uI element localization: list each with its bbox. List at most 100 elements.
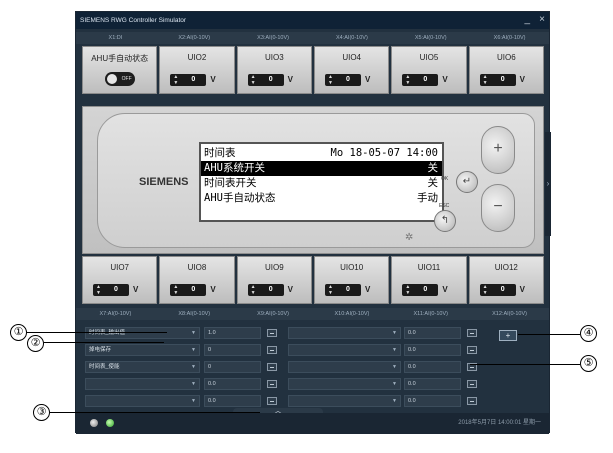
- minus-icon[interactable]: [467, 397, 477, 405]
- minus-icon[interactable]: [467, 380, 477, 388]
- io-cell-x9: UIO9 ▲ ▼ 0 V: [236, 256, 312, 304]
- io-header: X4:AI(0-10V): [336, 35, 368, 41]
- value-stepper[interactable]: ▲ ▼ 0: [170, 74, 207, 86]
- updown-arrows-icon[interactable]: ▲ ▼: [251, 284, 256, 296]
- esc-button[interactable]: ↰: [434, 210, 456, 232]
- value-input[interactable]: 0.0: [404, 378, 461, 390]
- value-stepper[interactable]: ▲ ▼ 0: [324, 74, 361, 86]
- stepper-value[interactable]: 0: [182, 284, 204, 296]
- ahu-mode-toggle[interactable]: OFF: [104, 72, 135, 86]
- stepper-value[interactable]: 0: [337, 74, 359, 86]
- select-value: 时间表_输出值: [89, 330, 126, 336]
- io-header: X11:AI(0-10V): [413, 311, 448, 317]
- stepper-value[interactable]: 0: [105, 284, 127, 296]
- value-stepper[interactable]: ▲ ▼ 0: [170, 284, 207, 296]
- minimize-button[interactable]: _: [524, 12, 530, 27]
- value-stepper[interactable]: ▲ ▼ 0: [247, 284, 284, 296]
- stepper-value[interactable]: 0: [260, 284, 282, 296]
- minus-icon[interactable]: [467, 329, 477, 337]
- callout-line: [50, 412, 260, 413]
- value-input[interactable]: 0.0: [404, 395, 461, 407]
- io-cell-x8: UIO8 ▲ ▼ 0 V: [159, 256, 235, 304]
- lcd-line-right: 关: [427, 162, 439, 174]
- updown-arrows-icon[interactable]: ▲ ▼: [328, 284, 333, 296]
- io-cell-x4: UIO4 ▲ ▼ 0 V: [313, 46, 390, 94]
- io-label: UIO12: [494, 263, 518, 272]
- ok-button[interactable]: ↵: [456, 171, 478, 193]
- updown-arrows-icon[interactable]: ▲ ▼: [96, 284, 101, 296]
- point-select[interactable]: ▼: [85, 395, 200, 407]
- stepper-value[interactable]: 0: [492, 284, 514, 296]
- io-label: UIO5: [419, 53, 439, 62]
- point-select[interactable]: ▼: [288, 344, 401, 356]
- io-cell-x6: UIO6 ▲ ▼ 0 V: [468, 46, 544, 94]
- io-cell-x11: UIO11 ▲ ▼ 0 V: [391, 256, 467, 304]
- point-select[interactable]: ▼: [85, 378, 200, 390]
- updown-arrows-icon[interactable]: ▲ ▼: [328, 74, 333, 86]
- close-button[interactable]: ×: [539, 12, 545, 27]
- minus-icon[interactable]: [267, 329, 277, 337]
- updown-arrows-icon[interactable]: ▲ ▼: [251, 74, 256, 86]
- chevron-down-icon: ▼: [392, 398, 397, 404]
- updown-arrows-icon[interactable]: ▲ ▼: [483, 284, 488, 296]
- value-input[interactable]: 0: [204, 361, 261, 373]
- lcd-line-selected: AHU系统开关 关: [201, 161, 442, 176]
- value-stepper[interactable]: ▲ ▼ 0: [247, 74, 284, 86]
- minus-icon[interactable]: [267, 397, 277, 405]
- unit-label: V: [133, 285, 139, 294]
- updown-arrows-icon[interactable]: ▲ ▼: [405, 74, 410, 86]
- value-stepper[interactable]: ▲ ▼ 0: [479, 74, 516, 86]
- value-input[interactable]: 0.0: [204, 378, 261, 390]
- point-select[interactable]: ▼: [288, 378, 401, 390]
- point-select[interactable]: 时间表_输出值 ▼: [85, 327, 200, 339]
- point-select[interactable]: ▼: [288, 327, 401, 339]
- io-label: UIO7: [110, 263, 129, 272]
- point-select[interactable]: 时间表_使能 ▼: [85, 361, 200, 373]
- value-input[interactable]: 0: [204, 344, 261, 356]
- point-select[interactable]: 掉电保存 ▼: [85, 344, 200, 356]
- toggle-knob: [106, 74, 117, 84]
- value-stepper[interactable]: ▲ ▼ 0: [402, 74, 439, 86]
- minus-icon[interactable]: [267, 380, 277, 388]
- chevron-down-icon: ▼: [392, 381, 397, 387]
- lcd-line-left: AHU系统开关: [204, 162, 265, 174]
- updown-arrows-icon[interactable]: ▲ ▼: [173, 284, 178, 296]
- value-input[interactable]: 0.0: [404, 344, 461, 356]
- stepper-value[interactable]: 0: [337, 284, 359, 296]
- updown-arrows-icon[interactable]: ▲ ▼: [173, 74, 178, 86]
- lcd-line-left: 时间表: [204, 147, 236, 159]
- callout-line: [470, 364, 580, 365]
- mapping-row: 时间表_输出值 ▼ 1.0 ▼ 0.0: [82, 327, 546, 339]
- io-cell-x10: UIO10 ▲ ▼ 0 V: [313, 256, 390, 304]
- value-stepper[interactable]: ▲ ▼ 0: [324, 284, 361, 296]
- minus-icon[interactable]: [467, 346, 477, 354]
- add-row-button[interactable]: +: [499, 330, 517, 341]
- value-stepper[interactable]: ▲ ▼ 0: [402, 284, 439, 296]
- stepper-value[interactable]: 0: [260, 74, 282, 86]
- chevron-right-icon[interactable]: ›: [545, 132, 551, 236]
- unit-label: V: [364, 75, 371, 84]
- title-bar: SIEMENS RWG Controller Simulator _ ×: [76, 12, 549, 29]
- stepper-value[interactable]: 0: [414, 74, 436, 86]
- value-input[interactable]: 0.0: [404, 361, 461, 373]
- bottom-io-headers: X7:AI(0-10V) X8:AI(0-10V) X9:AI(0-10V) X…: [76, 308, 549, 320]
- minus-knob-button[interactable]: −: [481, 184, 515, 232]
- top-io-row: AHU手自动状态 OFF UIO2 ▲ ▼ 0 V UIO3 ▲ ▼ 0 V UIO…: [82, 46, 544, 94]
- io-header: X10:AI(0-10V): [334, 311, 370, 317]
- value-stepper[interactable]: ▲ ▼ 0: [93, 284, 129, 296]
- updown-arrows-icon[interactable]: ▲ ▼: [483, 74, 488, 86]
- top-io-headers: X1:DI X2:AI(0-10V) X3:AI(0-10V) X4:AI(0-…: [76, 32, 549, 44]
- value-stepper[interactable]: ▲ ▼ 0: [479, 284, 516, 296]
- value-input[interactable]: 0.0: [404, 327, 461, 339]
- point-select[interactable]: ▼: [288, 361, 401, 373]
- stepper-value[interactable]: 0: [492, 74, 514, 86]
- select-value: 时间表_使能: [89, 364, 120, 370]
- io-label: UIO6: [496, 53, 516, 62]
- value-input[interactable]: 1.0: [204, 327, 261, 339]
- updown-arrows-icon[interactable]: ▲ ▼: [405, 284, 410, 296]
- plus-knob-button[interactable]: +: [481, 126, 515, 174]
- stepper-value[interactable]: 0: [182, 74, 204, 86]
- minus-icon[interactable]: [267, 346, 277, 354]
- stepper-value[interactable]: 0: [414, 284, 436, 296]
- minus-icon[interactable]: [267, 363, 277, 371]
